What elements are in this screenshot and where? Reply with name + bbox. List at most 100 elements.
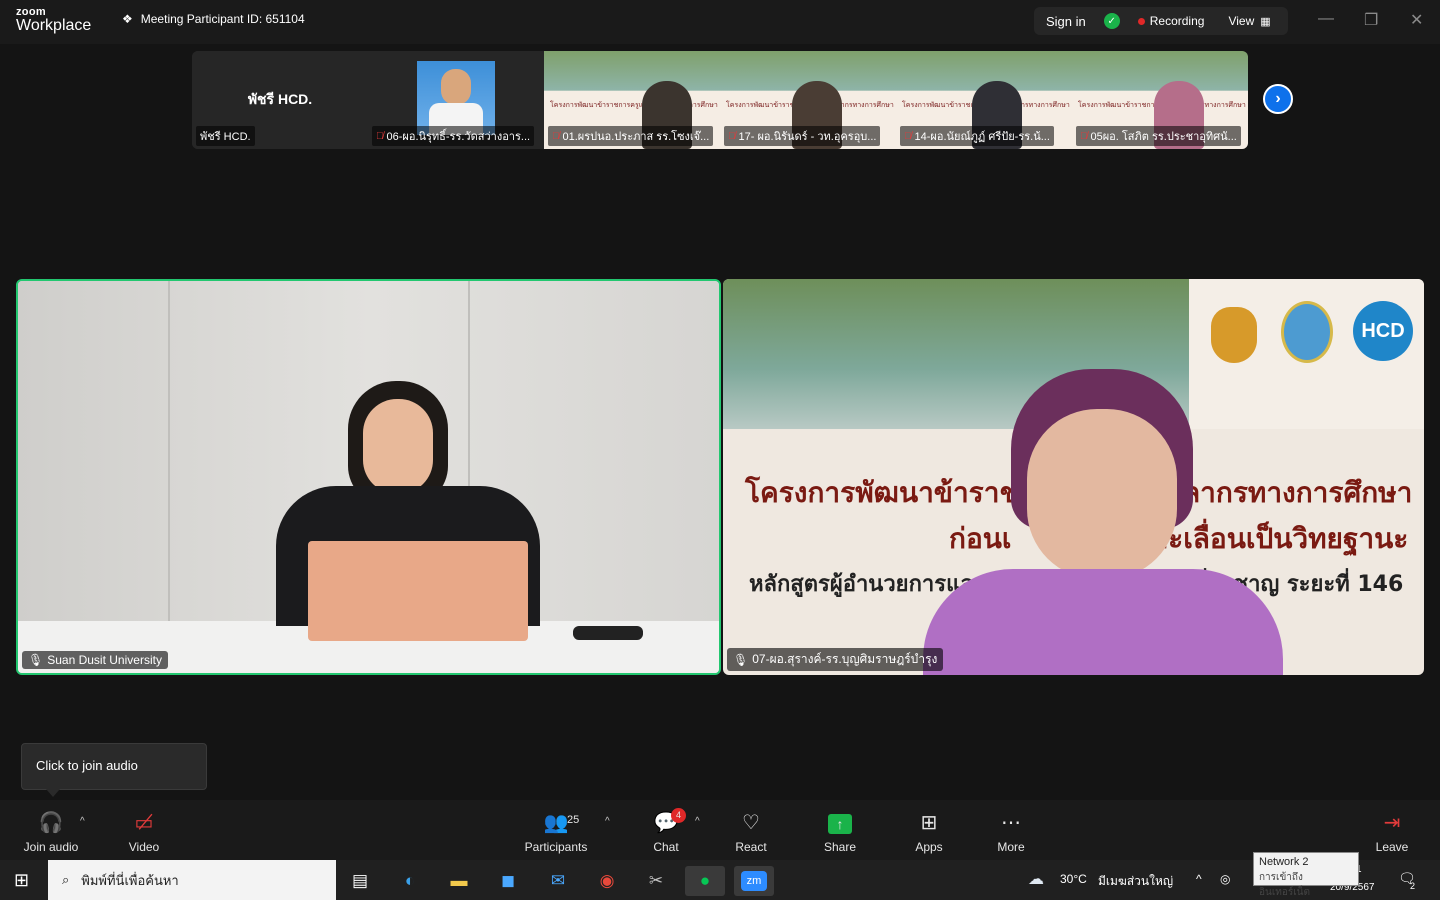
join-audio-label: Join audio [23,840,79,854]
participant-name: 07-ผอ.สุรางค์-รร.บุญศิมราษฎร์บำรุง [752,652,938,666]
windows-start-icon[interactable]: ⊞ [14,870,29,891]
weather-temp[interactable]: 30°C [1060,872,1087,886]
emblem-logo-1 [1211,307,1257,363]
video-off-icon: ▭̸ [134,812,154,834]
participant-thumb[interactable]: โครงการพัฒนาข้าราชการครูและบุคลากรทางการ… [720,51,896,149]
title-bar: zoom Workplace ❖ Meeting Participant ID:… [0,0,1440,44]
chat-button[interactable]: 💬 4 Chat [631,808,701,854]
logo-text-bottom: Workplace [16,17,92,34]
slide-title-line1-end: ลากรทางการศึกษา [1183,476,1413,509]
meeting-id-text: Meeting Participant ID: 651104 [140,12,305,26]
participant-thumb[interactable]: โครงการพัฒนาข้าราชการครูและบุคลากรทางการ… [544,51,720,149]
recording-indicator[interactable]: Recording [1150,14,1205,28]
participants-count: 25 [567,814,580,826]
taskbar-search[interactable]: ⌕ พิมพ์ที่นี่เพื่อค้นหา [48,860,336,900]
windows-taskbar: ⊞ ⌕ พิมพ์ที่นี่เพื่อค้นหา ▤ ◐ ▬ ◼ ✉ ◉ ✂ … [0,860,1440,900]
microphone-base [573,626,643,640]
edge-icon[interactable]: ◐ [390,866,430,896]
close-icon[interactable]: ✕ [1410,10,1423,30]
hcd-logo: HCD [1353,301,1413,361]
meeting-info[interactable]: ❖ Meeting Participant ID: 651104 [122,12,305,26]
participant-thumb[interactable]: โครงการพัฒนาข้าราชการครูและบุคลากรทางการ… [896,51,1072,149]
laptop [308,541,528,641]
leave-icon: ⇥ [1383,812,1401,834]
leave-button[interactable]: ⇥ Leave [1357,810,1427,854]
share-screen-icon: ↑ [805,810,875,836]
participant-thumb[interactable]: 🎙̸ 06-ผอ.นิรุทธิ์-รร.วัดสว่างอาร... [368,51,544,149]
participant-name: 14-ผอ.นัยณ์ภูฏ์ ศรีปัย-รร.น้... [914,131,1050,143]
chat-caret-icon[interactable]: ^ [695,816,700,827]
participants-button[interactable]: 👥 25 Participants [521,810,591,854]
participant-label: 🎙̸ 05ผอ. โสภิต รร.ประชาอุทิศนั... [1076,126,1241,146]
join-audio-button[interactable]: 🎧 Join audio [16,810,86,854]
chrome-icon[interactable]: ◉ [587,866,627,896]
participant-label: 🎙̸ 06-ผอ.นิรุทธิ์-รร.วัดสว่างอาร... [372,126,535,146]
participants-icon: 👥 [543,812,569,834]
tooltip-pointer [46,789,60,797]
mic-muted-icon: 🎙̸ [552,130,560,142]
participant-thumb[interactable]: พัชรี HCD. พัชรี HCD. [192,51,368,149]
minimize-icon[interactable]: — [1318,10,1334,28]
react-button[interactable]: ♡ React [716,810,786,854]
mail-icon[interactable]: ✉ [538,866,578,896]
react-label: React [735,840,767,854]
slide-title-line2: ก่อนเ [949,522,1012,555]
participant-label: 🎙̸ 01.ผรปนอ.ประภาส รร.โซงเจ๊... [548,126,714,146]
emblem-logo-2 [1281,301,1333,363]
apps-button[interactable]: ⊞ Apps [894,810,964,854]
video-button[interactable]: ▭̸ Video [109,810,179,854]
chat-unread-badge: 4 [671,808,686,823]
background-slide-text: โครงการพัฒนาข้าราชการครูและบุคลากรทางการ… [550,102,718,109]
participant-label: 🎙̸ 17- ผอ.นิรันดร์ - วท.อุครอุบ... [724,126,881,146]
more-icon: ⋯ [1001,812,1021,834]
store-icon[interactable]: ◼ [488,866,528,896]
apps-label: Apps [915,840,943,854]
profile-photo [417,61,495,135]
slide-title-line2-end: ละเลื่อนเป็นวิทยฐานะ [1151,522,1409,555]
participant-name: 17- ผอ.นิรันดร์ - วท.อุครอุบ... [738,131,877,143]
tray-app-icon[interactable]: ◎ [1220,872,1230,886]
video-label: Video [128,840,160,854]
more-button[interactable]: ⋯ More [976,810,1046,854]
mic-muted-icon: 🎙̸ [904,130,912,142]
weather-cloud-icon: ☁ [1028,871,1044,888]
weather-desc[interactable]: มีเมฆส่วนใหญ่ [1098,872,1173,891]
next-page-arrow-icon[interactable]: › [1263,84,1293,114]
audio-options-caret-icon[interactable]: ^ [80,816,85,827]
heart-icon: ♡ [742,812,760,834]
participants-caret-icon[interactable]: ^ [605,816,610,827]
task-view-icon[interactable]: ▤ [340,866,380,896]
chat-icon: 💬 [653,812,679,834]
security-shield-icon[interactable]: ✓ [1103,13,1120,29]
speaker-mic-icon: 🎙 [28,653,44,667]
speaker-mic-icon: 🎙 [733,652,749,667]
status-box: Sign in ✓ Recording View ▦ [1034,7,1288,35]
participant-face [1027,409,1177,579]
network-name: Network 2 [1259,856,1309,868]
mic-muted-icon: 🎙̸ [728,130,736,142]
sign-in-button[interactable]: Sign in [1046,14,1086,29]
active-speaker-tile[interactable]: 🎙 Suan Dusit University [16,279,721,675]
chat-label: Chat [653,840,679,854]
grid-view-icon[interactable]: ▦ [1260,15,1270,28]
share-button[interactable]: ↑ Share [805,810,875,854]
curtain-fold [168,281,170,621]
participant-label: 🎙̸ 14-ผอ.นัยณ์ภูฏ์ ศรีปัย-รร.น้... [900,126,1054,146]
file-explorer-icon[interactable]: ▬ [439,866,479,896]
tray-chevron-icon[interactable]: ^ [1196,872,1202,886]
participant-name-display: พัชรี HCD. [247,91,313,107]
line-app-icon[interactable]: ● [685,866,725,896]
paw-icon: ❖ [122,12,133,26]
zoom-app-icon[interactable]: zm [734,866,774,896]
restore-icon[interactable]: ❐ [1364,10,1378,30]
search-icon: ⌕ [62,872,70,887]
participant-video-tile[interactable]: HCD โครงการพัฒนาข้าราช ลากรทางการศึกษา ก… [723,279,1424,675]
snipping-tool-icon[interactable]: ✂ [636,866,676,896]
view-button[interactable]: View [1228,14,1254,28]
participant-thumb[interactable]: โครงการพัฒนาข้าราชการครูและบุคลากรทางการ… [1072,51,1248,149]
network-status: การเข้าถึงอินเทอร์เน็ต [1259,872,1310,898]
mic-muted-icon: 🎙̸ [376,130,384,142]
zoom-logo: zoom Workplace [16,7,91,34]
participant-name: 01.ผรปนอ.ประภาส รร.โซงเจ๊... [562,131,710,143]
participant-name: Suan Dusit University [47,653,162,667]
